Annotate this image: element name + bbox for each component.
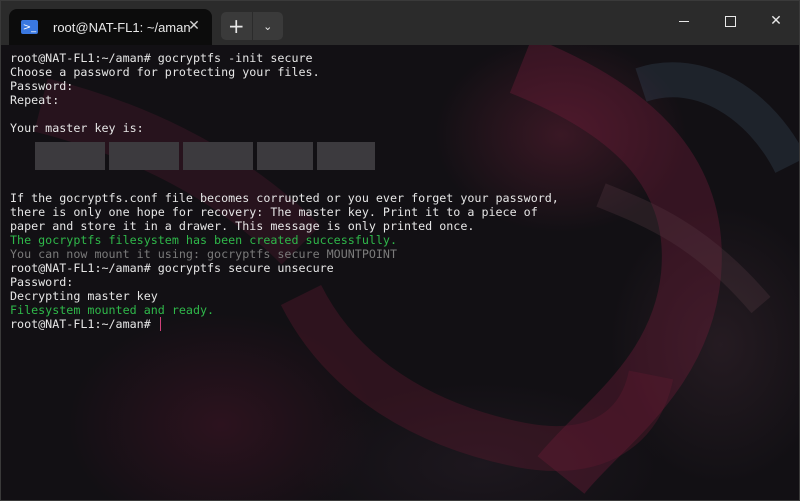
terminal-line-text: If the gocryptfs.conf file becomes corru… — [10, 191, 559, 205]
chevron-down-icon[interactable]: ⌄ — [251, 12, 284, 40]
terminal-line: Your master key is: — [10, 121, 559, 135]
close-button[interactable]: ✕ — [753, 1, 799, 41]
terminal-line-text: root@NAT-FL1:~/aman# gocryptfs -init sec… — [10, 51, 313, 65]
terminal-line-text: Password: — [10, 275, 74, 289]
terminal-line-text: Your master key is: — [10, 121, 144, 135]
window-controls: ✕ — [661, 1, 799, 41]
redacted-block — [317, 142, 375, 170]
text-cursor — [159, 317, 161, 331]
close-icon: ✕ — [770, 13, 782, 29]
terminal-line-text: there is only one hope for recovery: The… — [10, 205, 538, 219]
maximize-button[interactable] — [707, 1, 753, 41]
terminal-line: root@NAT-FL1:~/aman# gocryptfs -init sec… — [10, 51, 559, 65]
terminal-output: root@NAT-FL1:~/aman# gocryptfs -init sec… — [10, 51, 559, 331]
terminal-line-text: Repeat: — [10, 93, 60, 107]
terminal-line-text: Choose a password for protecting your fi… — [10, 65, 320, 79]
terminal-line-text: Filesystem mounted and ready. — [10, 303, 215, 317]
title-bar: >_ root@NAT-FL1: ~/aman ✕ + ⌄ ✕ — [1, 1, 799, 45]
terminal-line: Choose a password for protecting your fi… — [10, 65, 559, 79]
maximize-icon — [724, 15, 736, 27]
terminal-line-text: root@NAT-FL1:~/aman# — [10, 317, 158, 331]
terminal-window: >_ root@NAT-FL1: ~/aman ✕ + ⌄ ✕ root@NAT… — [0, 0, 800, 501]
terminal-line-text: paper and store it in a drawer. This mes… — [10, 219, 475, 233]
terminal-line: Decrypting master key — [10, 289, 559, 303]
terminal-line: root@NAT-FL1:~/aman# — [10, 317, 559, 331]
terminal-line: If the gocryptfs.conf file becomes corru… — [10, 191, 559, 205]
terminal-line: paper and store it in a drawer. This mes… — [10, 219, 559, 233]
terminal-line-text: Password: — [10, 79, 74, 93]
redacted-block — [183, 142, 253, 170]
terminal-pane[interactable]: root@NAT-FL1:~/aman# gocryptfs -init sec… — [1, 45, 799, 500]
terminal-line: root@NAT-FL1:~/aman# gocryptfs secure un… — [10, 261, 559, 275]
terminal-line: The gocryptfs filesystem has been create… — [10, 233, 559, 247]
terminal-line: Filesystem mounted and ready. — [10, 303, 559, 317]
terminal-line-text: Decrypting master key — [10, 289, 158, 303]
terminal-line-text: root@NAT-FL1:~/aman# gocryptfs secure un… — [10, 261, 334, 275]
new-tab-group: + ⌄ — [221, 12, 283, 40]
close-tab-icon[interactable]: ✕ — [186, 18, 202, 34]
tab-terminal[interactable]: >_ root@NAT-FL1: ~/aman ✕ — [9, 9, 212, 45]
terminal-line: Password: — [10, 275, 559, 289]
terminal-line: You can now mount it using: gocryptfs se… — [10, 247, 559, 261]
tab-title: root@NAT-FL1: ~/aman — [53, 19, 191, 35]
terminal-line-text: The gocryptfs filesystem has been create… — [10, 233, 398, 247]
terminal-icon: >_ — [21, 20, 38, 34]
minimize-button[interactable] — [661, 1, 707, 41]
terminal-line-text: You can now mount it using: gocryptfs se… — [10, 247, 398, 261]
terminal-line: Repeat: — [10, 93, 559, 107]
redacted-block — [109, 142, 179, 170]
minimize-icon — [679, 20, 689, 22]
terminal-line: Password: — [10, 79, 559, 93]
new-tab-button[interactable]: + — [221, 12, 252, 40]
terminal-line: there is only one hope for recovery: The… — [10, 205, 559, 219]
redacted-block — [257, 142, 313, 170]
redacted-block — [35, 142, 105, 170]
